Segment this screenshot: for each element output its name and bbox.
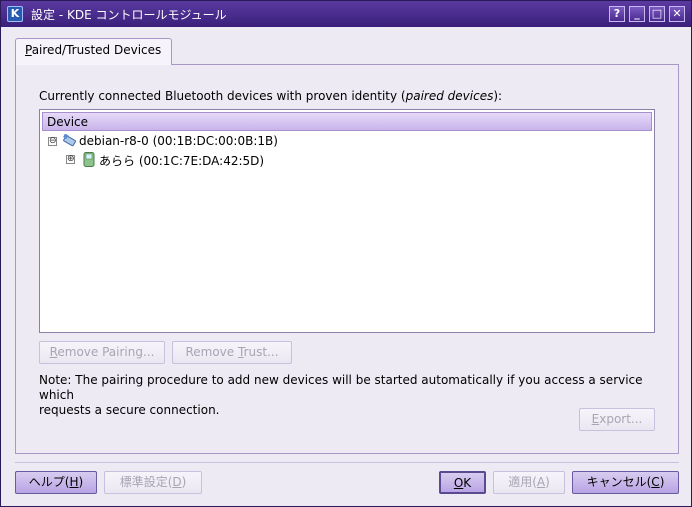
defaults-post: ) bbox=[181, 475, 187, 489]
usb-bluetooth-dongle-icon bbox=[62, 133, 76, 149]
collapse-icon[interactable]: ⊖ bbox=[48, 137, 57, 146]
defaults-button[interactable]: 標準設定(D) bbox=[104, 471, 202, 494]
apply-post: ) bbox=[545, 475, 550, 489]
title-bar[interactable]: K 設定 - KDE コントロールモジュール ? _ □ ✕ bbox=[1, 1, 691, 27]
footer-divider bbox=[15, 462, 679, 463]
pairing-note: Note: The pairing procedure to add new d… bbox=[39, 373, 649, 418]
help-pre: ヘルプ( bbox=[28, 475, 70, 489]
cancel-mnemonic: C bbox=[651, 475, 660, 489]
export-button[interactable]: Export... bbox=[579, 408, 655, 431]
help-icon[interactable]: ? bbox=[609, 6, 625, 22]
cancel-button[interactable]: キャンセル(C) bbox=[572, 471, 679, 494]
phone-icon bbox=[82, 152, 96, 167]
help-mnemonic: H bbox=[69, 475, 79, 489]
tree-row-device[interactable]: ⊕ あらら (00:1C:7E:DA:42:5D) bbox=[66, 152, 366, 168]
help-post: ) bbox=[78, 475, 84, 489]
close-icon[interactable]: ✕ bbox=[669, 6, 685, 22]
remove-pairing-label: emove Pairing... bbox=[57, 345, 155, 359]
window-title: 設定 - KDE コントロールモジュール bbox=[31, 8, 227, 22]
defaults-mnemonic: D bbox=[172, 475, 182, 489]
remove-pairing-button[interactable]: Remove Pairing... bbox=[39, 341, 165, 364]
tree-row-adapter[interactable]: ⊖ debian-r8-0 (00:1B:DC:00:0B:1B) bbox=[46, 133, 346, 150]
desc-prefix: Currently connected Bluetooth devices wi… bbox=[39, 89, 406, 103]
settings-window: K 設定 - KDE コントロールモジュール ? _ □ ✕ Paired/Tr… bbox=[0, 0, 692, 507]
remove-trust-button[interactable]: Remove Trust... bbox=[172, 341, 292, 364]
apply-mnemonic: A bbox=[536, 475, 546, 489]
defaults-pre: 標準設定( bbox=[119, 475, 173, 489]
apply-pre: 適用( bbox=[508, 475, 537, 489]
apply-button[interactable]: 適用(A) bbox=[493, 471, 565, 494]
note-line-2: requests a secure connection. bbox=[39, 403, 220, 417]
tab-mnemonic: P bbox=[25, 43, 32, 57]
desc-italic: paired devices bbox=[405, 89, 494, 103]
ok-mnemonic: O bbox=[453, 476, 464, 490]
note-line-1: Note: The pairing procedure to add new d… bbox=[39, 373, 643, 402]
devices-description: Currently connected Bluetooth devices wi… bbox=[39, 89, 502, 103]
device-tree[interactable]: Device ⊖ debian-r8-0 (00:1B:DC:00:0B:1B)… bbox=[39, 109, 655, 333]
device-column-header[interactable]: Device bbox=[42, 112, 652, 131]
maximize-icon[interactable]: □ bbox=[649, 6, 665, 22]
kde-app-icon[interactable]: K bbox=[7, 6, 23, 22]
export-label: xport... bbox=[599, 412, 643, 426]
cancel-post: ) bbox=[659, 475, 665, 489]
adapter-label: debian-r8-0 (00:1B:DC:00:0B:1B) bbox=[79, 134, 278, 148]
desc-suffix: ): bbox=[493, 89, 503, 103]
ok-button[interactable]: OK bbox=[439, 471, 486, 494]
tab-paired-trusted-devices[interactable]: Paired/Trusted Devices bbox=[15, 38, 172, 65]
cancel-pre: キャンセル( bbox=[586, 475, 652, 489]
tab-label: aired/Trusted Devices bbox=[31, 43, 162, 57]
expand-icon[interactable]: ⊕ bbox=[66, 155, 75, 164]
help-button[interactable]: ヘルプ(H) bbox=[15, 471, 97, 494]
device-label: あらら (00:1C:7E:DA:42:5D) bbox=[99, 154, 265, 168]
ok-label: K bbox=[463, 476, 472, 490]
remove-trust-label: rust... bbox=[243, 345, 279, 359]
minimize-icon[interactable]: _ bbox=[629, 6, 645, 22]
remove-trust-pre: Remove bbox=[185, 345, 238, 359]
